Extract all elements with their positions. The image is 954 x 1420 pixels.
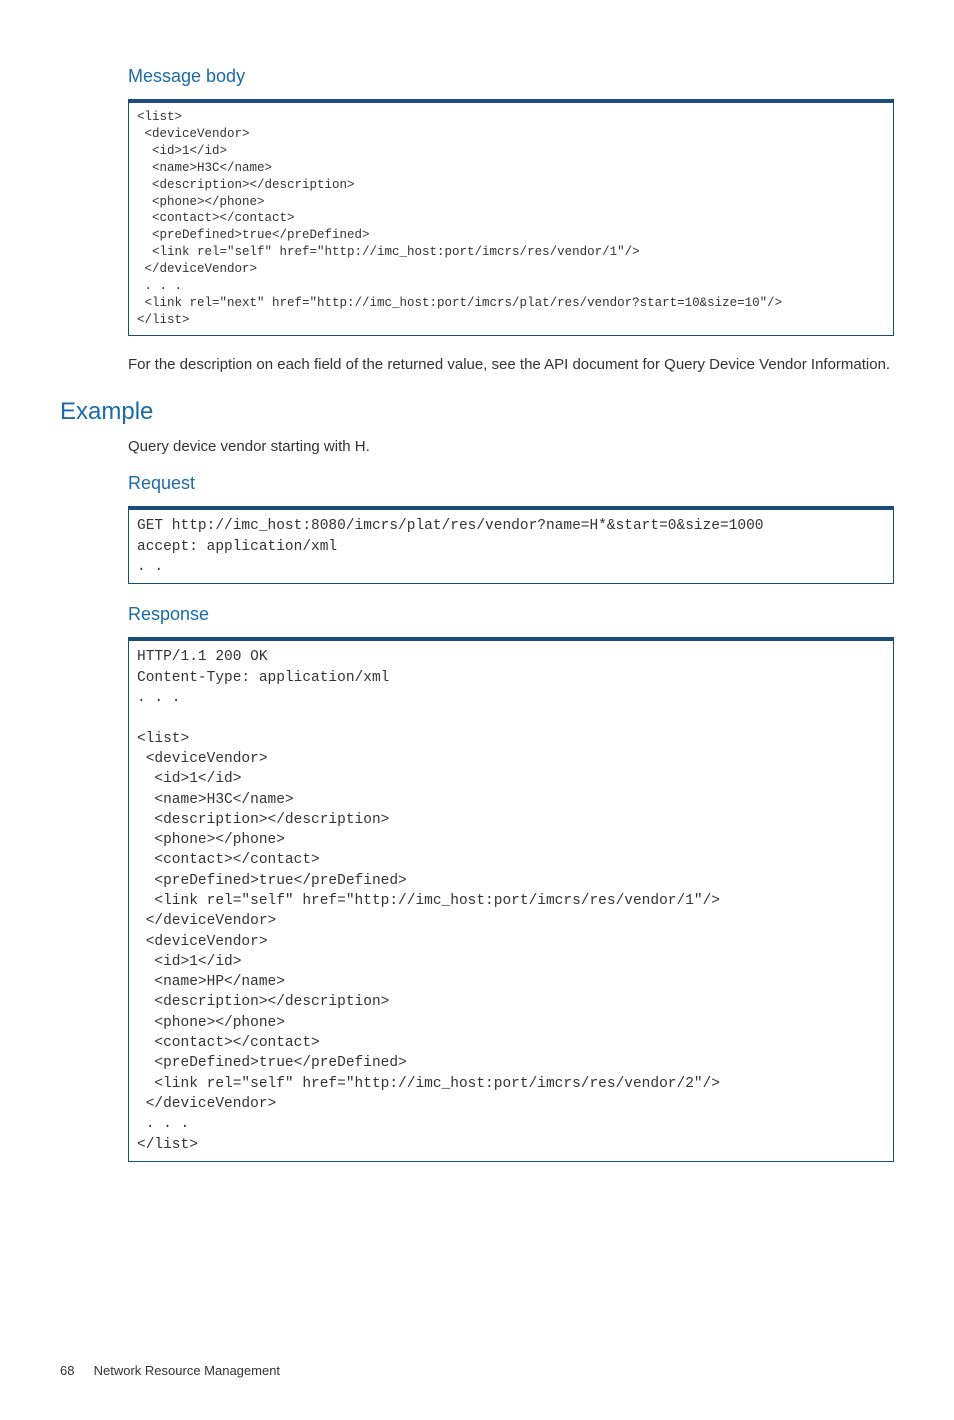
paragraph-example-intro: Query device vendor starting with H. [128,436,894,457]
heading-response: Response [128,602,894,627]
page-number: 68 [60,1362,90,1380]
heading-request: Request [128,471,894,496]
code-request: GET http://imc_host:8080/imcrs/plat/res/… [128,506,894,584]
chapter-title: Network Resource Management [94,1363,280,1378]
heading-example: Example [60,395,894,429]
heading-message-body: Message body [128,64,894,89]
code-message-body: <list> <deviceVendor> <id>1</id> <name>H… [128,99,894,335]
page-footer: 68 Network Resource Management [60,1362,894,1380]
code-response: HTTP/1.1 200 OK Content-Type: applicatio… [128,637,894,1161]
paragraph-desc-ref: For the description on each field of the… [128,354,894,375]
